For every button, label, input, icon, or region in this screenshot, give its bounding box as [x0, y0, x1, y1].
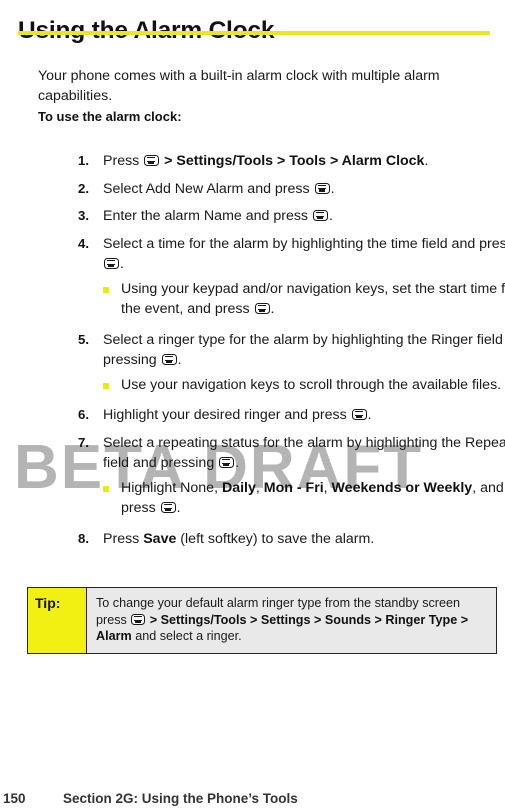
- page-footer: 150 Section 2G: Using the Phone’s Tools: [0, 791, 505, 811]
- step-item: 8. Press Save (left softkey) to save the …: [78, 529, 505, 550]
- step-item: 4. Select a time for the alarm by highlig…: [78, 234, 505, 323]
- step-number: 5.: [78, 331, 89, 347]
- step-item: 6. Highlight your desired ringer and pres…: [78, 405, 505, 426]
- sub-bullet-item: Use your navigation keys to scroll throu…: [103, 375, 505, 396]
- step-item: 2. Select Add New Alarm and press .: [78, 179, 505, 200]
- document-page: Using the Alarm Clock Your phone comes w…: [0, 0, 505, 811]
- square-bullet-icon: [103, 279, 121, 293]
- tip-label: Tip:: [35, 595, 61, 611]
- footer-page-number: 150: [3, 791, 26, 806]
- tip-callout-box: Tip: To change your default alarm ringer…: [27, 587, 497, 654]
- tip-content-cell: To change your default alarm ringer type…: [87, 588, 496, 653]
- step-text: Enter the alarm Name and press .: [103, 208, 333, 224]
- menu-path-text: > Settings/Tools > Tools > Alarm Clock: [160, 153, 425, 169]
- sub-bullet-list: Using your keypad and/or navigation keys…: [103, 279, 505, 320]
- footer-section-title: Section 2G: Using the Phone’s Tools: [63, 791, 298, 806]
- sub-bullet-list: Use your navigation keys to scroll throu…: [103, 375, 505, 396]
- menu-path-text: Weekends or Weekly: [331, 479, 473, 496]
- ok-key-icon: [254, 303, 270, 314]
- step-number: 2.: [78, 180, 89, 196]
- square-bullet-icon: [103, 375, 121, 389]
- step-item: 7. Select a repeating status for the alar…: [78, 433, 505, 522]
- tip-label-cell: Tip:: [28, 588, 87, 653]
- lead-in-text: To use the alarm clock:: [38, 109, 182, 124]
- ok-key-icon: [161, 354, 177, 365]
- ok-key-icon: [312, 210, 328, 221]
- title-accent-rule: [18, 31, 490, 35]
- ok-key-icon: [351, 409, 367, 420]
- ok-key-icon: [219, 457, 235, 468]
- sub-bullet-text: Highlight None, Daily, Mon - Fri, Weeken…: [121, 479, 505, 517]
- step-text: Select Add New Alarm and press .: [103, 180, 335, 197]
- ok-key-icon: [144, 155, 160, 166]
- step-number: 4.: [78, 235, 89, 251]
- step-text: Highlight your desired ringer and press …: [103, 407, 372, 423]
- square-bullet-icon: [103, 478, 121, 492]
- ok-key-icon: [104, 258, 119, 269]
- step-text: Press Save (left softkey) to save the al…: [103, 530, 375, 547]
- step-number: 1.: [78, 153, 89, 168]
- step-item: 5. Select a ringer type for the alarm by …: [78, 330, 505, 399]
- ok-key-icon: [131, 614, 146, 625]
- ok-key-icon: [160, 502, 176, 513]
- numbered-step-list: 1. Press > Settings/Tools > Tools > Alarm…: [38, 151, 505, 556]
- step-text: Select a repeating status for the alarm …: [103, 434, 505, 472]
- step-text: Press > Settings/Tools > Tools > Alarm C…: [103, 153, 429, 169]
- step-number: 7.: [78, 434, 89, 450]
- sub-bullet-list: Highlight None, Daily, Mon - Fri, Weeken…: [103, 478, 505, 519]
- sub-bullet-text: Use your navigation keys to scroll throu…: [121, 376, 502, 393]
- step-text: Select a ringer type for the alarm by hi…: [103, 331, 505, 369]
- tip-text: To change your default alarm ringer type…: [96, 596, 469, 644]
- step-number: 6.: [78, 407, 89, 422]
- step-number: 3.: [78, 208, 89, 223]
- sub-bullet-text: Using your keypad and/or navigation keys…: [121, 280, 505, 318]
- step-item: 1. Press > Settings/Tools > Tools > Alarm…: [78, 151, 505, 172]
- sub-bullet-item: Using your keypad and/or navigation keys…: [103, 279, 505, 320]
- menu-path-text: Daily: [221, 479, 256, 496]
- step-text: Select a time for the alarm by highlight…: [103, 235, 505, 273]
- menu-path-text: > Settings/Tools > Settings > Sounds > R…: [96, 612, 469, 644]
- step-number: 8.: [78, 530, 89, 546]
- intro-paragraph: Your phone comes with a built-in alarm c…: [38, 68, 440, 105]
- menu-path-text: Save: [143, 530, 177, 547]
- menu-path-text: Mon - Fri: [263, 479, 324, 496]
- step-item: 3. Enter the alarm Name and press .: [78, 206, 505, 227]
- ok-key-icon: [314, 182, 330, 194]
- sub-bullet-item: Highlight None, Daily, Mon - Fri, Weeken…: [103, 478, 505, 519]
